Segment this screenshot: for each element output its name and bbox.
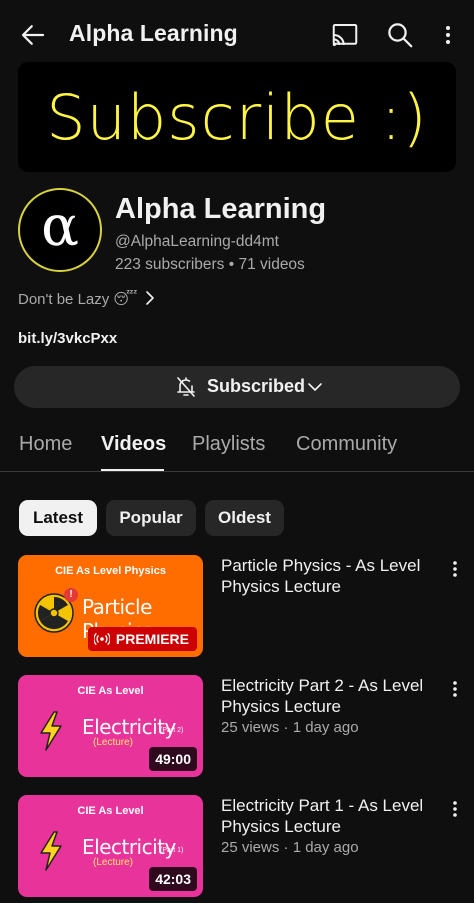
tab-playlists[interactable]: Playlists <box>192 433 265 456</box>
video-item[interactable]: CIE As Level Physics ! Particle Physics … <box>0 555 474 659</box>
active-tab-indicator <box>101 469 164 471</box>
video-thumbnail[interactable]: CIE As Level Electricity (Part 1) (Lectu… <box>18 795 203 897</box>
video-thumbnail[interactable]: CIE As Level Physics ! Particle Physics … <box>18 555 203 657</box>
thumbnail-part: (Part 2) <box>160 727 184 734</box>
avatar-letter: α <box>41 194 79 259</box>
video-title[interactable]: Particle Physics - As Level Physics Lect… <box>221 555 436 597</box>
more-vert-icon[interactable] <box>447 797 463 821</box>
channel-name: Alpha Learning <box>115 193 327 225</box>
filter-chip-oldest[interactable]: Oldest <box>205 500 284 536</box>
channel-tabs: Home Videos Playlists Community <box>0 420 474 472</box>
tab-videos[interactable]: Videos <box>101 433 166 456</box>
back-arrow-icon[interactable] <box>18 20 48 50</box>
premiere-badge: PREMIERE <box>87 627 197 651</box>
thumbnail-part: (Part 1) <box>160 847 184 854</box>
channel-stats: 223 subscribers • 71 videos <box>115 256 305 273</box>
alert-badge: ! <box>64 588 78 602</box>
banner-text: Subscribe :) <box>46 81 428 154</box>
live-broadcast-icon <box>93 632 110 646</box>
filter-chip-latest[interactable]: Latest <box>19 500 97 536</box>
tab-home[interactable]: Home <box>19 433 72 456</box>
chevron-down-icon <box>308 383 322 391</box>
chevron-right-icon[interactable] <box>142 287 158 309</box>
more-vert-icon[interactable] <box>447 677 463 701</box>
tab-community[interactable]: Community <box>296 433 397 456</box>
lightning-bolt-icon <box>40 711 62 751</box>
video-duration: 42:03 <box>149 867 197 891</box>
channel-description[interactable]: Don't be Lazy 😴 <box>18 290 137 308</box>
channel-handle: @AlphaLearning-dd4mt <box>115 233 279 250</box>
thumbnail-kicker: CIE As Level Physics <box>55 565 166 577</box>
lightning-bolt-icon <box>40 831 62 871</box>
thumbnail-subtitle: (Lecture) <box>93 737 134 748</box>
thumbnail-kicker: CIE As Level <box>77 805 144 817</box>
video-meta: 25 views · 1 day ago <box>221 719 359 736</box>
subscribed-label: Subscribed <box>207 376 306 396</box>
premiere-label: PREMIERE <box>115 631 189 647</box>
channel-link[interactable]: bit.ly/3vkcPxx <box>18 330 117 347</box>
video-duration: 49:00 <box>149 747 197 771</box>
subscribed-button[interactable]: Subscribed <box>14 366 460 408</box>
thumbnail-kicker: CIE As Level <box>77 685 144 697</box>
more-vert-icon[interactable] <box>436 20 460 50</box>
filter-chip-popular[interactable]: Popular <box>106 500 196 536</box>
search-icon[interactable] <box>385 20 415 50</box>
channel-avatar: α <box>18 188 102 272</box>
video-meta: 25 views · 1 day ago <box>221 839 359 856</box>
more-vert-icon[interactable] <box>447 557 463 581</box>
cast-icon[interactable] <box>330 20 360 50</box>
bell-off-icon <box>177 377 195 397</box>
video-title[interactable]: Electricity Part 2 - As Level Physics Le… <box>221 675 436 717</box>
channel-banner: Subscribe :) <box>18 62 456 172</box>
page-title: Alpha Learning <box>69 20 238 46</box>
video-title[interactable]: Electricity Part 1 - As Level Physics Le… <box>221 795 436 837</box>
top-app-bar: Alpha Learning <box>0 0 474 70</box>
video-item[interactable]: CIE As Level Electricity (Part 1) (Lectu… <box>0 795 474 899</box>
thumbnail-subtitle: (Lecture) <box>93 857 134 868</box>
video-thumbnail[interactable]: CIE As Level Electricity (Part 2) (Lectu… <box>18 675 203 777</box>
video-item[interactable]: CIE As Level Electricity (Part 2) (Lectu… <box>0 675 474 779</box>
